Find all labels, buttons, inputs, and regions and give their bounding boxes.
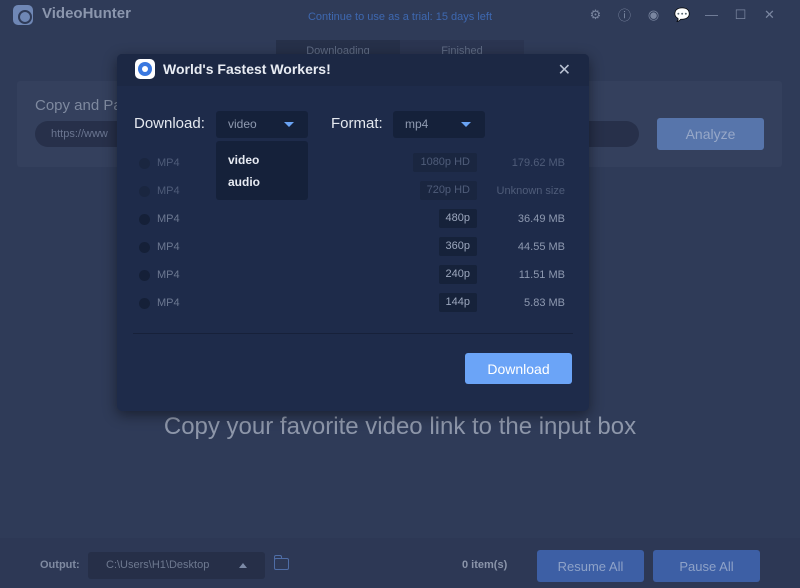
- footer-bar: Output: C:\Users\H1\Desktop 0 item(s) Re…: [0, 538, 800, 588]
- close-icon[interactable]: ✕: [761, 6, 778, 23]
- download-type-select[interactable]: video: [216, 111, 308, 138]
- dropdown-option-video[interactable]: video: [216, 149, 308, 171]
- items-count: 0 item(s): [462, 559, 508, 571]
- row-size: 44.55 MB: [517, 241, 565, 253]
- dialog-header: World's Fastest Workers! ✕: [117, 54, 589, 86]
- output-label: Output:: [40, 559, 80, 571]
- row-size: 11.51 MB: [518, 269, 565, 281]
- output-path-select[interactable]: C:\Users\H1\Desktop: [88, 552, 265, 579]
- download-type-value: video: [228, 117, 257, 131]
- info-icon[interactable]: ⓘ: [616, 6, 633, 23]
- row-format: MP4: [157, 213, 180, 225]
- download-button[interactable]: Download: [465, 353, 572, 384]
- format-label: Format:: [331, 115, 383, 132]
- download-type-label: Download:: [134, 115, 205, 132]
- format-select[interactable]: mp4: [393, 111, 485, 138]
- quality-row[interactable]: MP4 144p 5.83 MB: [135, 290, 573, 318]
- quality-row: MP4 720p HD Unknown size: [135, 178, 573, 206]
- row-format: MP4: [157, 297, 180, 309]
- dialog-logo-icon: [135, 59, 155, 79]
- quality-row[interactable]: MP4 240p 11.51 MB: [135, 262, 573, 290]
- caret-down-icon: [461, 122, 471, 127]
- resume-all-button[interactable]: Resume All: [537, 550, 644, 582]
- feedback-icon[interactable]: 💬: [674, 6, 691, 23]
- row-quality-badge: 144p: [438, 293, 477, 312]
- format-value: mp4: [405, 117, 429, 131]
- dropdown-option-audio[interactable]: audio: [216, 171, 308, 193]
- download-options-dialog: World's Fastest Workers! ✕ Download: vid…: [117, 54, 589, 411]
- row-format: MP4: [157, 185, 180, 197]
- dialog-title: World's Fastest Workers!: [163, 61, 331, 77]
- row-format: MP4: [157, 157, 180, 169]
- output-path-value: C:\Users\H1\Desktop: [106, 559, 210, 571]
- row-size: 5.83 MB: [524, 297, 565, 309]
- row-size: Unknown size: [496, 185, 565, 197]
- row-format: MP4: [157, 269, 180, 281]
- quality-radio[interactable]: [139, 242, 150, 253]
- folder-icon[interactable]: [274, 555, 289, 570]
- empty-hint: Copy your favorite video link to the inp…: [163, 413, 637, 440]
- row-quality-badge: 240p: [438, 265, 477, 284]
- quality-list: MP4 1080p HD 179.62 MB MP4 720p HD Unkno…: [135, 150, 573, 318]
- pause-all-button[interactable]: Pause All: [653, 550, 760, 582]
- row-quality-badge: 360p: [438, 237, 477, 256]
- quality-radio: [139, 186, 150, 197]
- analyze-button[interactable]: Analyze: [657, 118, 764, 150]
- quality-radio[interactable]: [139, 214, 150, 225]
- title-bar: VideoHunter Continue to use as a trial: …: [0, 0, 800, 32]
- row-quality-badge: 720p HD: [419, 181, 477, 200]
- row-format: MP4: [157, 241, 180, 253]
- minimize-icon[interactable]: —: [703, 6, 720, 23]
- dialog-close-icon[interactable]: ✕: [558, 60, 571, 80]
- account-icon[interactable]: ◉: [645, 6, 662, 23]
- quality-radio: [139, 158, 150, 169]
- dialog-divider: [133, 333, 573, 334]
- caret-up-icon: [239, 563, 247, 568]
- caret-down-icon: [284, 122, 294, 127]
- quality-row[interactable]: MP4 360p 44.55 MB: [135, 234, 573, 262]
- download-type-dropdown: video audio: [216, 141, 308, 200]
- quality-radio[interactable]: [139, 298, 150, 309]
- quality-radio[interactable]: [139, 270, 150, 281]
- window-controls: ⚙ ⓘ ◉ 💬 — ☐ ✕: [587, 6, 778, 24]
- row-quality-badge: 1080p HD: [413, 153, 477, 172]
- quality-row: MP4 1080p HD 179.62 MB: [135, 150, 573, 178]
- settings-icon[interactable]: ⚙: [587, 6, 604, 23]
- row-quality-badge: 480p: [438, 209, 477, 228]
- quality-row[interactable]: MP4 480p 36.49 MB: [135, 206, 573, 234]
- row-size: 179.62 MB: [511, 157, 565, 169]
- maximize-icon[interactable]: ☐: [732, 6, 749, 23]
- row-size: 36.49 MB: [517, 213, 565, 225]
